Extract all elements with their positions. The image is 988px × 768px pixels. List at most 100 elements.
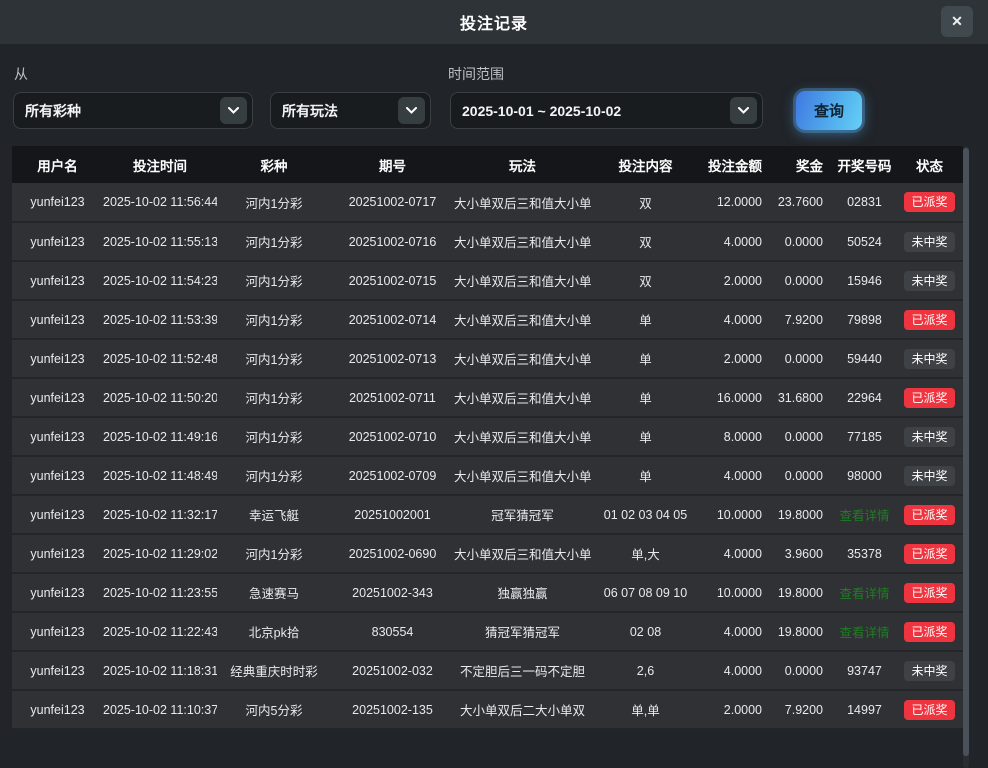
cell-bet-amount: 12.0000: [700, 183, 772, 222]
scrollbar-thumb[interactable]: [963, 148, 969, 756]
page-title: 投注记录: [460, 10, 528, 34]
cell-status: 已派奖: [896, 612, 963, 651]
cell-draw-number: 93747: [833, 651, 896, 690]
status-badge: 未中奖: [904, 466, 954, 486]
view-details-link[interactable]: 查看详情: [839, 626, 889, 640]
query-button[interactable]: 查询: [796, 91, 862, 130]
cell-lottery: 河内5分彩: [217, 690, 331, 729]
table-body: yunfei123 2025-10-02 11:56:44 河内1分彩 2025…: [12, 183, 963, 729]
cell-status: 已派奖: [896, 534, 963, 573]
time-range-label: 时间范围: [448, 64, 504, 84]
cell-play: 大小单双后二大小单双: [454, 690, 591, 729]
cell-bet-amount: 2.0000: [700, 690, 772, 729]
lottery-type-select[interactable]: 所有彩种: [13, 92, 253, 129]
chevron-down-icon: [220, 97, 247, 124]
cell-lottery: 河内1分彩: [217, 339, 331, 378]
cell-lottery: 河内1分彩: [217, 222, 331, 261]
cell-issue: 20251002-343: [331, 573, 454, 612]
view-details-link[interactable]: 查看详情: [839, 509, 889, 523]
play-type-select[interactable]: 所有玩法: [270, 92, 431, 129]
col-status: 状态: [896, 146, 963, 183]
date-range-select[interactable]: 2025-10-01 ~ 2025-10-02: [450, 92, 763, 129]
close-button[interactable]: ✕: [941, 6, 973, 37]
cell-prize: 19.8000: [772, 573, 833, 612]
cell-lottery: 河内1分彩: [217, 456, 331, 495]
cell-play: 大小单双后三和值大小单双: [454, 339, 591, 378]
cell-issue: 20251002001: [331, 495, 454, 534]
cell-status: 未中奖: [896, 261, 963, 300]
cell-prize: 7.9200: [772, 690, 833, 729]
table-row: yunfei123 2025-10-02 11:23:55 急速赛马 20251…: [12, 573, 963, 612]
cell-bet-content: 双: [591, 261, 700, 300]
cell-bet-amount: 4.0000: [700, 651, 772, 690]
status-badge: 未中奖: [904, 271, 954, 291]
chevron-down-icon: [730, 97, 757, 124]
cell-bet-content: 双: [591, 222, 700, 261]
cell-bet-time: 2025-10-02 11:29:02: [103, 534, 217, 573]
cell-username: yunfei123: [12, 261, 103, 300]
cell-bet-content: 单: [591, 378, 700, 417]
cell-issue: 20251002-0710: [331, 417, 454, 456]
table-row: yunfei123 2025-10-02 11:52:48 河内1分彩 2025…: [12, 339, 963, 378]
cell-bet-content: 01 02 03 04 05: [591, 495, 700, 534]
cell-play: 大小单双后三和值大小单双: [454, 417, 591, 456]
cell-status: 已派奖: [896, 183, 963, 222]
cell-bet-amount: 4.0000: [700, 456, 772, 495]
cell-username: yunfei123: [12, 651, 103, 690]
col-lottery: 彩种: [217, 146, 331, 183]
cell-issue: 20251002-0717: [331, 183, 454, 222]
play-type-value: 所有玩法: [282, 101, 338, 121]
cell-play: 大小单双后三和值大小单双: [454, 183, 591, 222]
lottery-type-value: 所有彩种: [25, 101, 81, 121]
cell-bet-content: 2,6: [591, 651, 700, 690]
view-details-link[interactable]: 查看详情: [839, 587, 889, 601]
cell-issue: 830554: [331, 612, 454, 651]
cell-bet-time: 2025-10-02 11:50:20: [103, 378, 217, 417]
cell-draw-number: 查看详情: [833, 495, 896, 534]
close-icon: ✕: [951, 13, 963, 30]
cell-bet-time: 2025-10-02 11:22:43: [103, 612, 217, 651]
cell-bet-time: 2025-10-02 11:56:44: [103, 183, 217, 222]
modal-header: 投注记录 ✕: [0, 0, 988, 44]
col-prize: 奖金: [772, 146, 833, 183]
cell-bet-content: 单: [591, 456, 700, 495]
cell-draw-number: 02831: [833, 183, 896, 222]
cell-username: yunfei123: [12, 417, 103, 456]
cell-status: 已派奖: [896, 495, 963, 534]
cell-bet-content: 单,单: [591, 690, 700, 729]
cell-lottery: 河内1分彩: [217, 378, 331, 417]
cell-draw-number: 15946: [833, 261, 896, 300]
col-draw-number: 开奖号码: [833, 146, 896, 183]
cell-prize: 3.9600: [772, 534, 833, 573]
cell-username: yunfei123: [12, 456, 103, 495]
cell-bet-content: 单: [591, 417, 700, 456]
table-row: yunfei123 2025-10-02 11:22:43 北京pk拾 8305…: [12, 612, 963, 651]
cell-prize: 19.8000: [772, 495, 833, 534]
table-header-row: 用户名 投注时间 彩种 期号 玩法 投注内容 投注金额 奖金 开奖号码 状态: [12, 146, 963, 183]
cell-bet-amount: 10.0000: [700, 573, 772, 612]
cell-bet-time: 2025-10-02 11:10:37: [103, 690, 217, 729]
cell-play: 大小单双后三和值大小单双: [454, 534, 591, 573]
cell-bet-amount: 8.0000: [700, 417, 772, 456]
cell-username: yunfei123: [12, 495, 103, 534]
cell-prize: 19.8000: [772, 612, 833, 651]
cell-prize: 0.0000: [772, 261, 833, 300]
scrollbar-track[interactable]: [963, 146, 969, 768]
cell-play: 大小单双后三和值大小单双: [454, 456, 591, 495]
status-badge: 未中奖: [904, 661, 954, 681]
table-row: yunfei123 2025-10-02 11:54:23 河内1分彩 2025…: [12, 261, 963, 300]
cell-bet-time: 2025-10-02 11:55:13: [103, 222, 217, 261]
cell-issue: 20251002-135: [331, 690, 454, 729]
cell-bet-time: 2025-10-02 11:49:16: [103, 417, 217, 456]
cell-prize: 0.0000: [772, 339, 833, 378]
cell-bet-time: 2025-10-02 11:52:48: [103, 339, 217, 378]
table-row: yunfei123 2025-10-02 11:49:16 河内1分彩 2025…: [12, 417, 963, 456]
col-bet-time: 投注时间: [103, 146, 217, 183]
cell-play: 大小单双后三和值大小单双: [454, 222, 591, 261]
chevron-down-icon: [398, 97, 425, 124]
cell-username: yunfei123: [12, 339, 103, 378]
cell-lottery: 幸运飞艇: [217, 495, 331, 534]
cell-username: yunfei123: [12, 222, 103, 261]
col-content: 投注内容: [591, 146, 700, 183]
cell-draw-number: 59440: [833, 339, 896, 378]
